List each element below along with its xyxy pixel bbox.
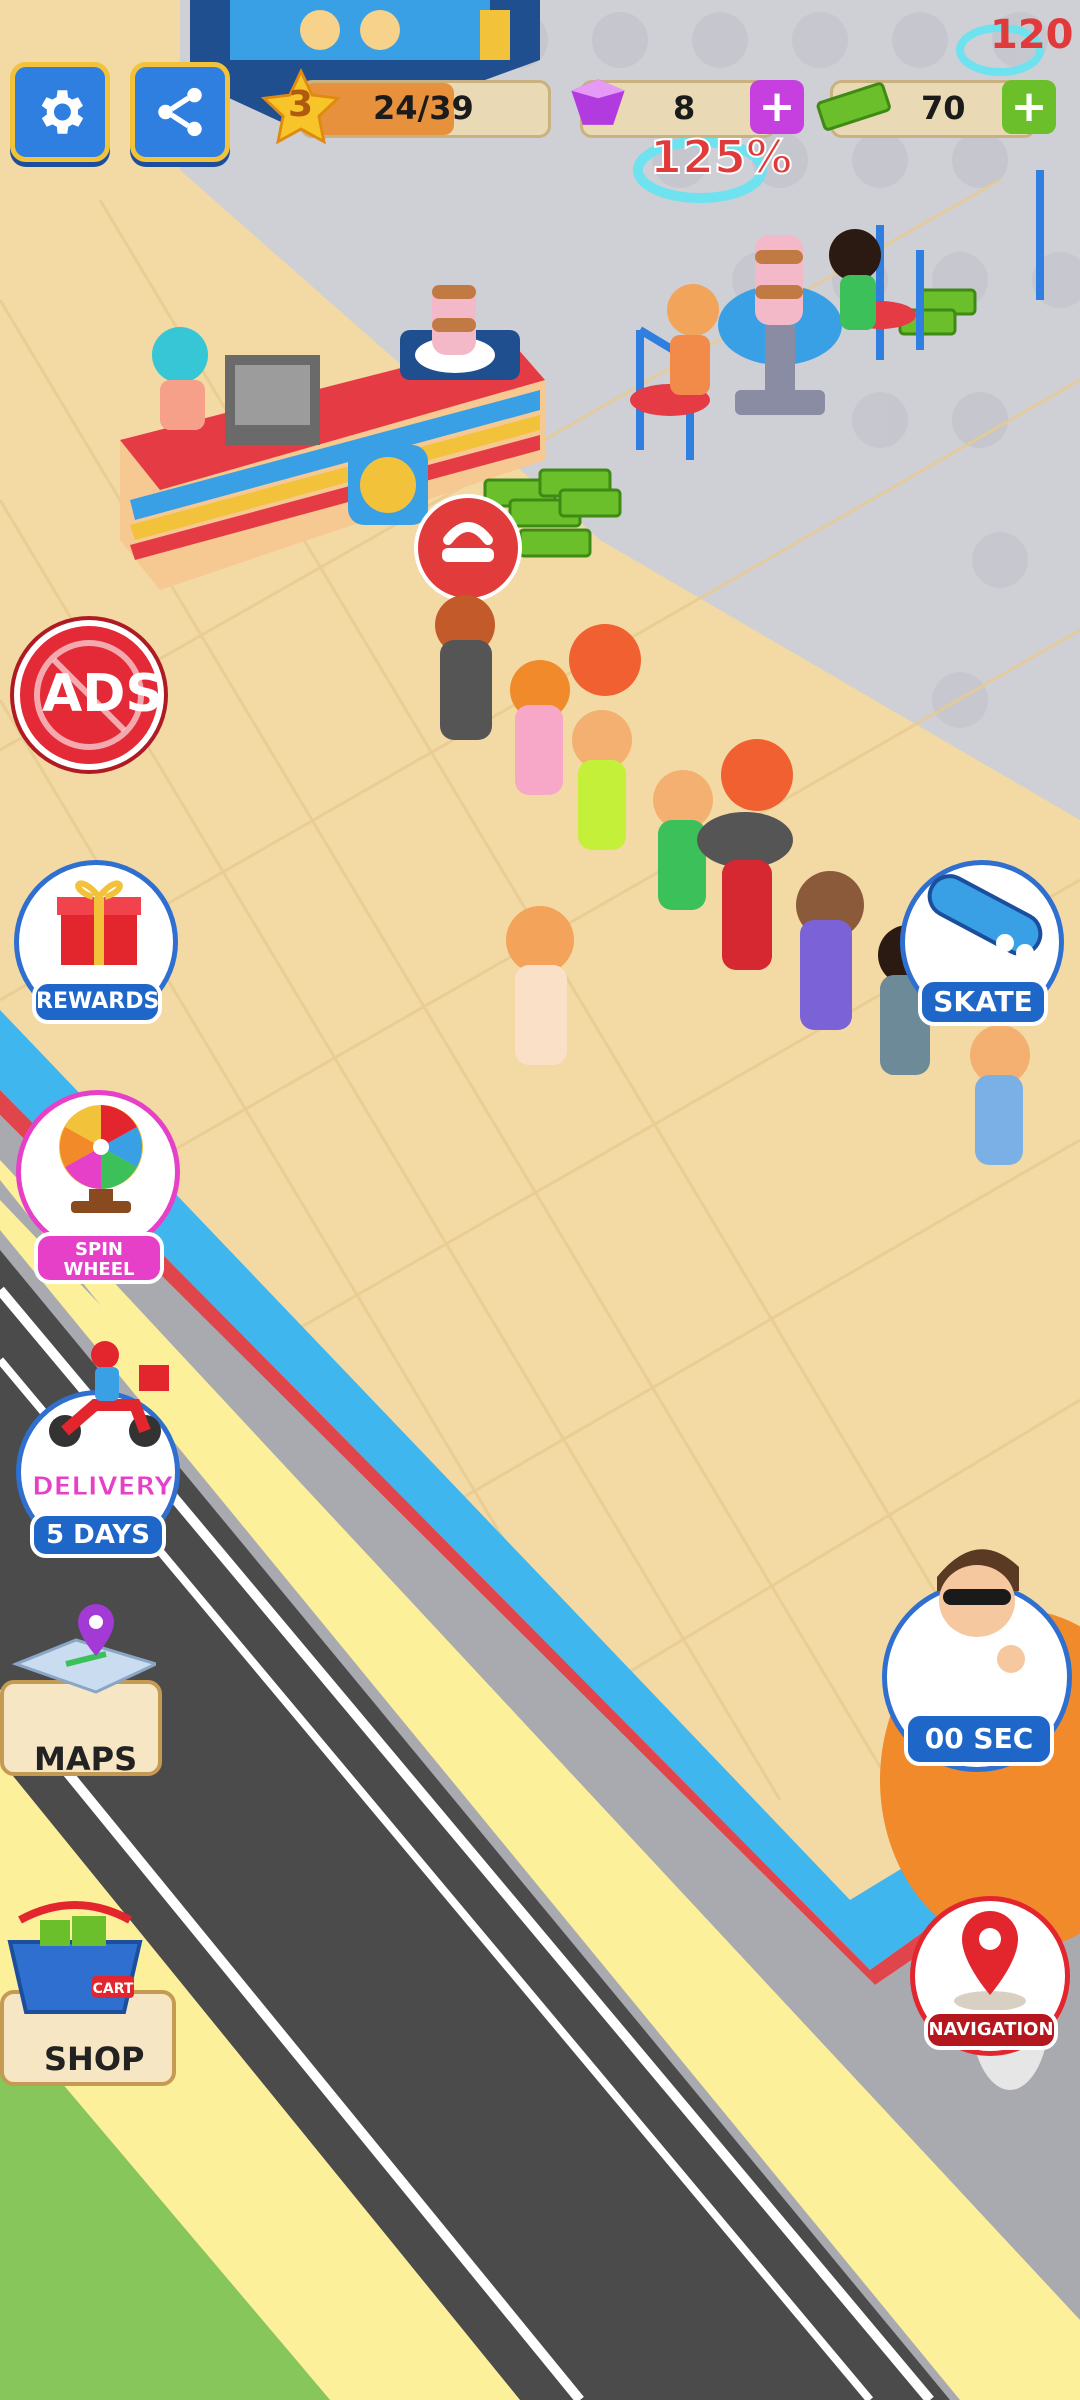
- spin-wheel-label: SPIN WHEEL: [34, 1232, 164, 1284]
- skate-label: SKATE: [918, 978, 1048, 1026]
- remove-ads-button[interactable]: ADS: [14, 620, 164, 770]
- shop-label: SHOP: [44, 2040, 145, 2078]
- add-cash-button[interactable]: +: [1002, 80, 1056, 134]
- level-number: 3: [288, 84, 314, 125]
- boost-percent-label: 125%: [649, 129, 793, 185]
- navigation-label: NAVIGATION: [924, 2010, 1058, 2050]
- cart-basket-icon: CART: [7, 1901, 143, 2014]
- level-star-icon: 3: [258, 66, 344, 152]
- gift-icon: [57, 880, 141, 965]
- delivery-title: DELIVERY: [32, 1472, 174, 1503]
- rewards-label: REWARDS: [32, 980, 162, 1024]
- map-pin-icon: [11, 1604, 156, 1694]
- gem-icon: [560, 74, 636, 134]
- skateboard-icon: [927, 874, 1043, 962]
- share-button[interactable]: [130, 62, 230, 162]
- scooter-icon: [49, 1341, 169, 1447]
- cash-icon: [815, 76, 895, 132]
- delivery-days-label: 5 DAYS: [30, 1512, 166, 1558]
- gear-icon: [41, 90, 84, 134]
- cart-text: CART: [93, 1981, 134, 1997]
- no-ads-icon: [34, 640, 144, 750]
- cash-count: 70: [921, 89, 966, 127]
- xp-progress-text: 24/39: [373, 89, 474, 127]
- location-pin-icon: [954, 1911, 1026, 2011]
- spin-wheel-button[interactable]: [16, 1090, 180, 1254]
- add-gems-button[interactable]: +: [750, 80, 804, 134]
- top-right-counter: 120: [990, 12, 1074, 58]
- share-icon: [158, 87, 202, 137]
- boost-timer-label: 00 SEC: [904, 1712, 1054, 1766]
- gems-count: 8: [673, 89, 696, 127]
- maps-label: MAPS: [34, 1740, 138, 1778]
- character-avatar-icon: [937, 1549, 1025, 1699]
- wheel-icon: [59, 1105, 143, 1213]
- settings-button[interactable]: [10, 62, 110, 162]
